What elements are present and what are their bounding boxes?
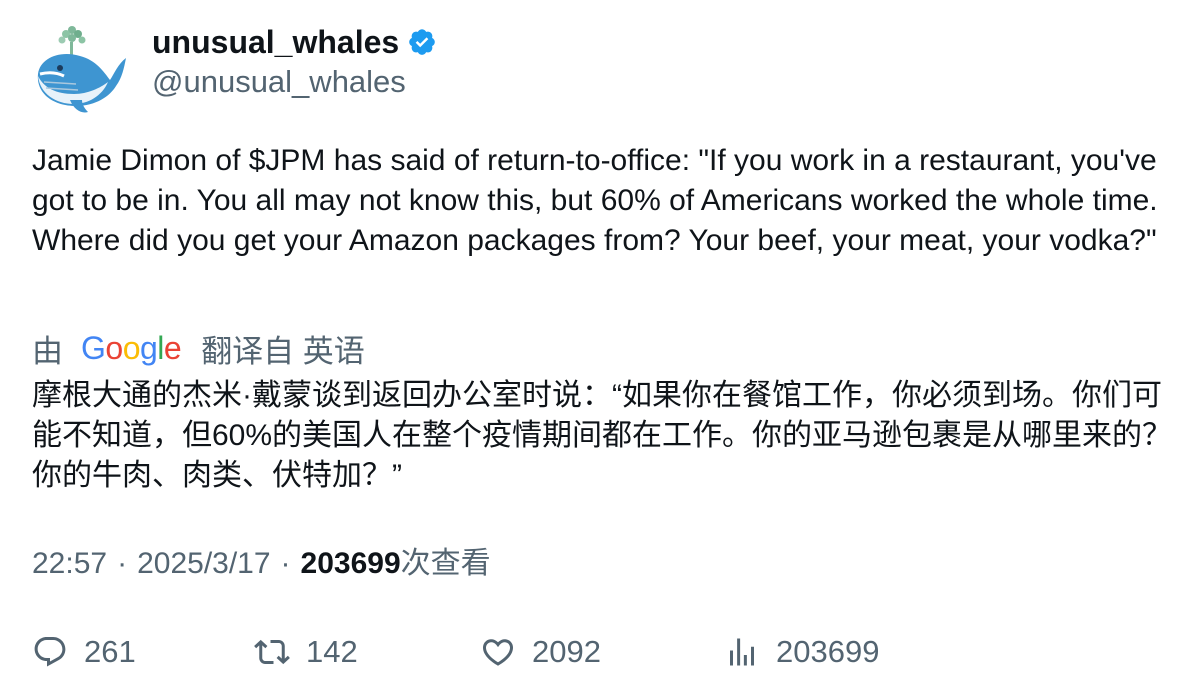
views-count: 203699 (300, 547, 401, 580)
translated-tweet-text: 摩根大通的杰米·戴蒙谈到返回办公室时说：“如果你在餐馆工作，你必须到场。你们可能… (32, 379, 1173, 492)
translation-attribution: 由 Google 翻译自 英语 (32, 326, 365, 370)
views-action-count: 203699 (776, 634, 880, 669)
like-count: 2092 (532, 634, 601, 669)
like-button[interactable]: 2092 (480, 630, 601, 674)
reply-count: 261 (84, 634, 136, 669)
views-label: 次查看 (400, 547, 491, 580)
display-name[interactable]: unusual_whales (152, 22, 399, 62)
reply-icon (34, 637, 66, 667)
retweet-count: 142 (306, 634, 358, 669)
tweet-text: Jamie Dimon of $JPM has said of return-t… (32, 144, 1166, 257)
tweet-date[interactable]: 2025/3/17 (137, 544, 270, 584)
meta-separator: · (117, 547, 128, 580)
user-handle[interactable]: @unusual_whales (152, 62, 406, 102)
reply-button[interactable]: 261 (32, 630, 136, 674)
whale-logo-icon (37, 26, 126, 113)
avatar[interactable] (30, 22, 130, 117)
author-name-row: unusual_whales (152, 22, 437, 62)
translated-by-label: 由 (32, 333, 63, 369)
retweet-button[interactable]: 142 (254, 630, 358, 674)
views-button[interactable]: 203699 (724, 630, 879, 674)
action-bar: 261 142 2092 203699 (32, 630, 1182, 674)
meta-separator: · (280, 547, 291, 580)
tweet-time[interactable]: 22:57 (32, 544, 107, 584)
heart-icon (482, 639, 514, 666)
verified-badge-icon[interactable] (407, 27, 437, 57)
translated-from-label[interactable]: 翻译自 英语 (201, 326, 365, 371)
tweet-meta: 22:57 · 2025/3/17 · 203699 次查看 (32, 544, 491, 584)
analytics-icon (730, 638, 754, 666)
retweet-icon (254, 639, 290, 665)
google-logo-icon: Google (81, 329, 182, 366)
